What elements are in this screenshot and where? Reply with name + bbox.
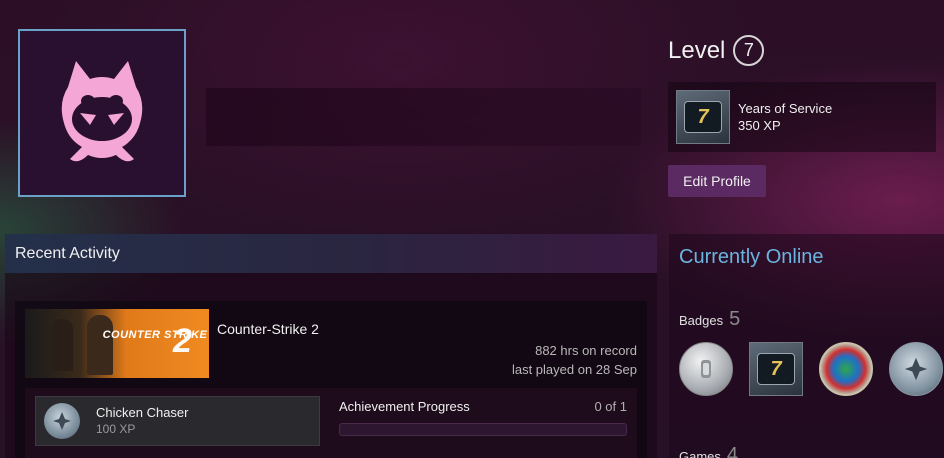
- profile-side-panel: Currently Online Badges 5 7 Games 4: [669, 234, 944, 458]
- profile-name-area: [206, 88, 641, 146]
- achievement-progress-count: 0 of 1: [594, 399, 627, 414]
- online-status: Currently Online: [679, 246, 824, 268]
- badges-link[interactable]: Badges 5: [679, 308, 740, 331]
- recent-activity-header: Recent Activity: [5, 234, 657, 273]
- achievement-item[interactable]: Chicken Chaser 100 XP: [35, 396, 320, 446]
- pink-cat-monster-icon: [61, 61, 143, 162]
- achievement-xp: 100 XP: [96, 422, 136, 436]
- level-label: Level: [668, 36, 726, 64]
- hours-on-record: 882 hrs on record: [535, 343, 637, 358]
- years-of-service-badge-icon: 7: [676, 90, 730, 144]
- games-link[interactable]: Games 4: [679, 444, 738, 458]
- achievement-area: Chicken Chaser 100 XP Achievement Progre…: [25, 388, 637, 458]
- favorite-badge[interactable]: 7 Years of Service 350 XP: [668, 82, 936, 152]
- last-played: last played on 28 Sep: [511, 362, 637, 377]
- level-badge[interactable]: 7: [733, 35, 765, 66]
- edit-profile-button[interactable]: Edit Profile: [668, 165, 766, 197]
- games-label: Games: [679, 449, 721, 458]
- profile-avatar[interactable]: [18, 29, 186, 197]
- achievement-progress-bar: [339, 423, 627, 436]
- recent-activity-panel: Recent Activity COUNTER STRIKE 2 Counter…: [5, 234, 657, 458]
- chicken-chaser-achievement-icon: [44, 403, 80, 439]
- game-stats: 882 hrs on record last played on 28 Sep: [512, 341, 637, 379]
- recent-game-card: COUNTER STRIKE 2 Counter-Strike 2 882 hr…: [15, 301, 647, 458]
- badges-count: 5: [729, 308, 741, 330]
- games-count: 4: [726, 444, 739, 458]
- level-display: Level 7: [668, 35, 765, 66]
- colorful-community-badge-icon[interactable]: [819, 342, 873, 396]
- counter-strike-badge-icon[interactable]: [889, 342, 943, 396]
- soldier-figure: [51, 319, 73, 371]
- years-of-service-badge-icon[interactable]: 7: [749, 342, 803, 396]
- capsule-logo-number: 2: [173, 322, 192, 360]
- silver-coin-badge-icon[interactable]: [679, 342, 733, 396]
- game-name-link[interactable]: Counter-Strike 2: [217, 321, 319, 337]
- badges-label: Badges: [679, 313, 724, 328]
- cs-emblem-icon: [53, 412, 71, 430]
- game-capsule-image[interactable]: COUNTER STRIKE 2: [25, 309, 209, 378]
- badge-xp: 350 XP: [738, 118, 781, 133]
- badge-row: 7: [679, 342, 943, 396]
- achievement-progress-label: Achievement Progress: [339, 399, 470, 414]
- soldier-figure: [87, 315, 113, 375]
- achievement-name: Chicken Chaser: [96, 405, 189, 420]
- badge-title: Years of Service: [738, 101, 833, 116]
